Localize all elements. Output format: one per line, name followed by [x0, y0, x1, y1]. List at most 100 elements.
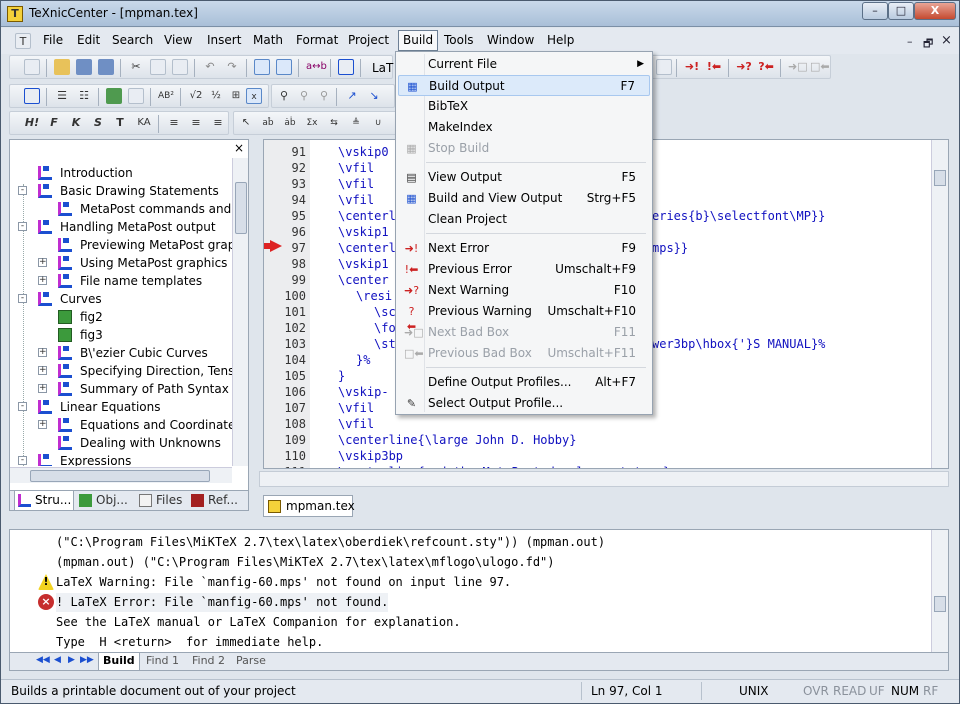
- structure-vertical-scrollbar[interactable]: [232, 158, 248, 466]
- menu-item-makeindex[interactable]: MakeIndex: [398, 117, 650, 138]
- menu-item-next-warning[interactable]: ➜? Next Warning F10: [398, 280, 650, 301]
- maximize-button[interactable]: □: [888, 2, 914, 20]
- output-vertical-scrollbar[interactable]: [931, 530, 948, 652]
- find-next-icon[interactable]: ⚲: [296, 88, 312, 104]
- code-line[interactable]: \vskip1: [338, 224, 389, 240]
- next-warning-icon[interactable]: ➜?: [736, 59, 752, 75]
- redo-icon[interactable]: ↷: [224, 59, 240, 75]
- find-previous-icon[interactable]: ⚲: [316, 88, 332, 104]
- texniccenter-app-icon[interactable]: T: [7, 6, 23, 22]
- scrollbar-thumb[interactable]: [235, 182, 247, 234]
- code-line[interactable]: \fo: [374, 320, 396, 336]
- collapse-icon[interactable]: -: [18, 294, 27, 303]
- find-icon[interactable]: ⚲: [276, 88, 292, 104]
- structure-horizontal-scrollbar[interactable]: [10, 467, 232, 483]
- expand-icon[interactable]: +: [38, 348, 47, 357]
- menu-item-select-output-profile[interactable]: ✎ Select Output Profile...: [398, 393, 650, 414]
- expand-icon[interactable]: +: [38, 384, 47, 393]
- output-line[interactable]: (mpman.out) ("C:\Program Files\MiKTeX 2.…: [56, 553, 555, 572]
- editor-tab-mpman[interactable]: mpman.tex: [263, 495, 355, 517]
- last-tab-icon[interactable]: ▶▶: [80, 655, 94, 665]
- menu-project[interactable]: Project: [348, 33, 389, 47]
- code-line[interactable]: }: [338, 368, 345, 384]
- next-bookmark-icon[interactable]: ↗: [344, 88, 360, 104]
- code-line[interactable]: \vfil: [338, 416, 374, 432]
- code-line[interactable]: \centerline{\large John D. Hobby}: [338, 432, 576, 448]
- tab-files[interactable]: Files: [136, 491, 188, 511]
- structure-icon[interactable]: [338, 59, 354, 75]
- code-line[interactable]: \vskip1: [338, 256, 389, 272]
- code-line[interactable]: \vskip0: [338, 144, 389, 160]
- mdi-restore-button[interactable]: 🗗: [923, 35, 933, 54]
- math-fraction-icon[interactable]: ½: [208, 88, 224, 104]
- code-line[interactable]: \resi: [356, 288, 392, 304]
- code-line[interactable]: \vfil: [338, 192, 374, 208]
- code-line-tail[interactable]: eries{b}\selectfont\MP}}: [652, 208, 825, 224]
- menu-item-previous-error[interactable]: !⬅ Previous Error Umschalt+F9: [398, 259, 650, 280]
- find-replace-icon[interactable]: a↔b: [306, 59, 327, 75]
- previous-bookmark-icon[interactable]: ↘: [366, 88, 382, 104]
- structure-panel-close-icon[interactable]: ×: [234, 141, 244, 155]
- menu-item-bibtex[interactable]: BibTeX: [398, 96, 650, 117]
- code-line[interactable]: \center: [338, 272, 389, 288]
- next-error-icon[interactable]: ➜!: [684, 59, 700, 75]
- copy-icon[interactable]: [150, 59, 166, 75]
- menu-format[interactable]: Format: [296, 33, 338, 47]
- expand-icon[interactable]: +: [38, 366, 47, 375]
- math-matrix-icon[interactable]: ⊞: [228, 88, 244, 104]
- itemize-icon[interactable]: ☰: [54, 88, 70, 104]
- next-tab-icon[interactable]: ▶: [68, 655, 75, 665]
- code-line[interactable]: \vfil: [338, 160, 374, 176]
- menu-item-build-and-view-output[interactable]: ▦ Build and View Output Strg+F5: [398, 188, 650, 209]
- insert-table-icon[interactable]: [128, 88, 144, 104]
- code-line-tail[interactable]: wer3bp\hbox{'}S MANUAL}%: [652, 336, 825, 352]
- code-line[interactable]: }%: [356, 352, 370, 368]
- menu-math[interactable]: Math: [253, 33, 283, 47]
- menu-view[interactable]: View: [164, 33, 192, 47]
- view-output-icon[interactable]: [656, 59, 672, 75]
- save-icon[interactable]: [76, 59, 92, 75]
- output-line[interactable]: ("C:\Program Files\MiKTeX 2.7\tex\latex\…: [56, 533, 605, 552]
- output-profile-combo[interactable]: LaT: [372, 61, 393, 75]
- open-folder-icon[interactable]: [54, 59, 70, 75]
- minimize-button[interactable]: –: [862, 2, 888, 20]
- scrollbar-thumb[interactable]: [30, 470, 210, 482]
- menu-tools[interactable]: Tools: [444, 33, 474, 47]
- math-relation-icon[interactable]: ≜: [348, 115, 364, 131]
- previous-tab-icon[interactable]: ◀: [54, 655, 61, 665]
- small-caps-icon[interactable]: KA: [134, 115, 154, 131]
- output-line[interactable]: Type H <return> for immediate help.: [56, 633, 323, 652]
- math-hat-icon[interactable]: ab̂: [260, 115, 276, 131]
- align-right-icon[interactable]: ≡: [210, 115, 226, 131]
- menu-help[interactable]: Help: [547, 33, 574, 47]
- tab-structure[interactable]: Stru...: [14, 491, 74, 511]
- code-line-tail[interactable]: mps}}: [652, 240, 688, 256]
- insert-figure-icon[interactable]: [106, 88, 122, 104]
- superscript-icon[interactable]: AB²: [158, 88, 174, 104]
- menu-item-previous-warning[interactable]: ?⬅ Previous Warning Umschalt+F10: [398, 301, 650, 333]
- code-line[interactable]: \vfil: [338, 400, 374, 416]
- menu-item-build-output[interactable]: ▦ Build Output F7: [398, 75, 650, 96]
- menu-build[interactable]: Build: [398, 30, 439, 51]
- code-line[interactable]: \sc: [374, 304, 396, 320]
- code-line[interactable]: \centerl: [338, 208, 396, 224]
- menu-edit[interactable]: Edit: [77, 33, 100, 47]
- slanted-icon[interactable]: S: [90, 115, 106, 131]
- tab-find-1[interactable]: Find 1: [146, 653, 179, 671]
- menu-item-view-output[interactable]: ▤ View Output F5: [398, 167, 650, 188]
- math-accent-icon[interactable]: ↖: [238, 115, 254, 131]
- tab-objects[interactable]: Obj...: [76, 491, 134, 511]
- mdi-close-button[interactable]: ×: [941, 33, 952, 48]
- menu-item-define-output-profiles[interactable]: Define Output Profiles... Alt+F7: [398, 372, 650, 393]
- save-all-icon[interactable]: [98, 59, 114, 75]
- menu-search[interactable]: Search: [112, 33, 153, 47]
- menu-item-current-file[interactable]: Current File ▶: [398, 54, 650, 75]
- typewriter-icon[interactable]: T: [112, 115, 128, 131]
- output-line-warning[interactable]: LaTeX Warning: File `manfig-60.mps' not …: [56, 573, 511, 592]
- paste-icon[interactable]: [172, 59, 188, 75]
- menu-insert[interactable]: Insert: [207, 33, 241, 47]
- code-line[interactable]: \centerl: [338, 240, 396, 256]
- mdi-minimize-button[interactable]: –: [907, 35, 913, 48]
- math-operator-icon[interactable]: ∪: [370, 115, 386, 131]
- output-line[interactable]: See the LaTeX manual or LaTeX Companion …: [56, 613, 461, 632]
